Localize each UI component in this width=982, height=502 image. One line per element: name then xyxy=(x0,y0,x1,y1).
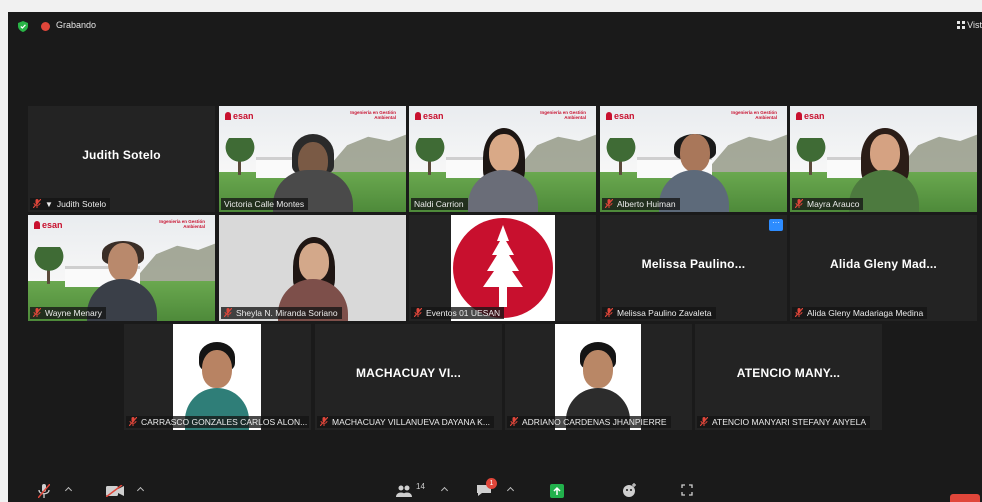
esan-logo: esan xyxy=(225,111,254,121)
participant-name: MACHACUAY VILLANUEVA DAYANA K... xyxy=(332,417,490,427)
meeting-top-bar: Grabando Vist xyxy=(8,12,982,40)
participant-name-label: Alida Gleny Madariaga Medina xyxy=(792,307,928,319)
recording-icon xyxy=(41,22,50,31)
gallery-view-icon xyxy=(957,21,966,29)
participant-name-label: Wayne Menary xyxy=(30,307,106,319)
participant-tile[interactable]: esan Mayra Arauco xyxy=(790,106,977,212)
participant-tile[interactable]: Alida Gleny Mad... Alida Gleny Madariaga… xyxy=(790,215,977,321)
participant-name: Melissa Paulino Zavaleta xyxy=(617,308,712,318)
participants-count: 14 xyxy=(416,482,425,491)
program-title: Ingeniería en Gestión Ambiental xyxy=(540,110,586,120)
zoom-meeting-window: Grabando Vist Judith Sotelo ▼ Judith Sote… xyxy=(8,12,982,502)
participant-name-label: Sheyla N. Miranda Soriano xyxy=(221,307,342,319)
mic-muted-icon xyxy=(795,199,803,208)
program-title: Ingeniería en Gestión Ambiental xyxy=(731,110,777,120)
mic-muted-icon xyxy=(414,308,422,317)
participant-name-label: Alberto Huiman xyxy=(602,198,680,210)
participant-name: ATENCIO MANYARI STEFANY ANYELA xyxy=(712,417,866,427)
start-video-button[interactable] xyxy=(106,485,124,497)
participant-display-name: Alida Gleny Mad... xyxy=(830,257,937,271)
participant-name: Eventos 01 UESAN xyxy=(426,308,501,318)
mic-muted-icon xyxy=(510,417,518,426)
participant-tile[interactable]: MACHACUAY VI... MACHACUAY VILLANUEVA DAY… xyxy=(315,324,502,430)
mic-muted-icon xyxy=(605,308,613,317)
participant-tile-active-speaker[interactable]: esan Ingeniería en Gestión Ambiental Nal… xyxy=(409,106,596,212)
participant-name: Alida Gleny Madariaga Medina xyxy=(807,308,924,318)
participant-name-label: CARRASCO GONZALES CARLOS ALON... xyxy=(126,416,309,428)
participant-display-name: MACHACUAY VI... xyxy=(355,366,462,380)
participant-name-label: Mayra Arauco xyxy=(792,198,864,210)
participant-name-label: Eventos 01 UESAN xyxy=(411,307,505,319)
reactions-icon[interactable] xyxy=(622,483,636,497)
participant-display-name: Judith Sotelo xyxy=(82,148,161,162)
participant-name: Sheyla N. Miranda Soriano xyxy=(236,308,338,318)
participant-video xyxy=(467,120,538,212)
view-button[interactable]: Vist xyxy=(957,20,982,30)
participant-name: Wayne Menary xyxy=(45,308,102,318)
shield-icon[interactable] xyxy=(18,21,28,32)
participant-name-label: Naldi Carrion xyxy=(411,198,468,210)
mic-muted-icon xyxy=(605,199,613,208)
mute-button[interactable] xyxy=(38,484,50,498)
participant-tile[interactable]: Eventos 01 UESAN xyxy=(409,215,596,321)
participant-name: Alberto Huiman xyxy=(617,199,676,209)
participant-display-name: ATENCIO MANY... xyxy=(736,366,841,380)
participant-name-label: ATENCIO MANYARI STEFANY ANYELA xyxy=(697,416,870,428)
participant-name: Judith Sotelo xyxy=(56,199,107,209)
profile-picture xyxy=(555,324,641,430)
participant-tile[interactable]: esan Ingeniería en Gestión Ambiental Vic… xyxy=(219,106,406,212)
view-button-label: Vist xyxy=(967,20,982,30)
program-title: Ingeniería en Gestión Ambiental xyxy=(350,110,396,120)
participants-options-caret[interactable] xyxy=(440,486,449,495)
audio-options-caret[interactable] xyxy=(64,486,73,495)
participant-name-label: ▼ Judith Sotelo xyxy=(30,198,111,210)
participant-tile[interactable]: Judith Sotelo ▼ Judith Sotelo xyxy=(28,106,215,212)
participant-display-name: Melissa Paulino... xyxy=(641,257,746,271)
mic-muted-icon xyxy=(700,417,708,426)
recording-label: Grabando xyxy=(56,20,97,30)
tree-logo-icon xyxy=(453,218,553,318)
participant-tile[interactable]: esan Ingeniería en Gestión Ambiental Alb… xyxy=(600,106,787,212)
participant-name-label: MACHACUAY VILLANUEVA DAYANA K... xyxy=(317,416,494,428)
participant-name: Naldi Carrion xyxy=(414,199,464,209)
mic-muted-icon xyxy=(320,417,328,426)
esan-logo: esan xyxy=(796,111,825,121)
participant-tile[interactable]: ··· Melissa Paulino... Melissa Paulino Z… xyxy=(600,215,787,321)
participant-name: Mayra Arauco xyxy=(807,199,860,209)
mic-muted-icon xyxy=(33,308,41,317)
esan-logo: esan xyxy=(606,111,635,121)
program-title: Ingeniería en Gestión Ambiental xyxy=(159,219,205,229)
participant-tile[interactable]: CARRASCO GONZALES CARLOS ALON... xyxy=(124,324,311,430)
participant-name-label: ADRIANO CARDENAS JHANPIERRE xyxy=(507,416,671,428)
participant-name-label: Victoria Calle Montes xyxy=(221,198,309,210)
participant-name: ADRIANO CARDENAS JHANPIERRE xyxy=(522,417,667,427)
video-options-caret[interactable] xyxy=(136,486,145,495)
mic-muted-icon xyxy=(33,199,41,208)
esan-logo: esan xyxy=(34,220,63,230)
meeting-toolbar: 14 1 xyxy=(8,478,982,502)
participant-tile[interactable]: Sheyla N. Miranda Soriano xyxy=(219,215,406,321)
end-meeting-button[interactable] xyxy=(950,494,980,502)
more-options-button[interactable]: ··· xyxy=(769,219,783,231)
mic-muted-icon xyxy=(795,308,803,317)
esan-logo: esan xyxy=(415,111,444,121)
participant-tile[interactable]: ATENCIO MANY... ATENCIO MANYARI STEFANY … xyxy=(695,324,882,430)
chat-badge: 1 xyxy=(486,478,497,489)
profile-picture xyxy=(173,324,261,430)
mic-muted-icon xyxy=(224,308,232,317)
chat-options-caret[interactable] xyxy=(506,486,515,495)
participant-tile[interactable]: ADRIANO CARDENAS JHANPIERRE xyxy=(505,324,692,430)
participant-name: CARRASCO GONZALES CARLOS ALON... xyxy=(141,417,308,427)
participant-tile[interactable]: esan Ingeniería en Gestión Ambiental Way… xyxy=(28,215,215,321)
participant-name: Victoria Calle Montes xyxy=(224,199,305,209)
participants-icon[interactable] xyxy=(396,485,412,497)
pin-icon: ▼ xyxy=(45,200,53,209)
profile-picture xyxy=(451,215,555,321)
apps-icon[interactable] xyxy=(681,484,693,496)
participant-name-label: Melissa Paulino Zavaleta xyxy=(602,307,716,319)
mic-muted-icon xyxy=(129,417,137,426)
share-screen-icon[interactable] xyxy=(550,484,564,498)
